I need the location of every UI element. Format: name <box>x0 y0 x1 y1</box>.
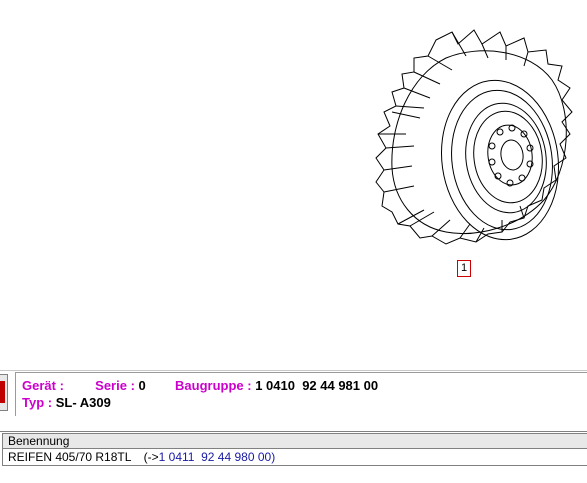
column-header-benennung[interactable]: Benennung <box>2 433 587 449</box>
tire-drawing <box>375 29 573 245</box>
callout-1[interactable]: 1 <box>457 260 471 277</box>
typ-value: SL- A309 <box>55 395 111 410</box>
reference-prefix: (-> <box>143 450 159 464</box>
info-row-2: Typ : SL- A309 <box>22 395 111 410</box>
table-row[interactable]: REIFEN 405/70 R18TL (->1 0411 92 44 980 … <box>2 449 587 466</box>
geraet-label: Gerät : <box>22 378 64 393</box>
side-toggle-button[interactable] <box>0 374 8 411</box>
parts-table: Benennung REIFEN 405/70 R18TL (->1 0411 … <box>0 431 587 467</box>
reference-suffix: ) <box>271 450 276 464</box>
serie-value: 0 <box>138 378 146 393</box>
divider <box>0 370 587 371</box>
typ-label: Typ : <box>22 395 53 410</box>
info-panel: Gerät : Serie : 0 Baugruppe : 1 0410 92 … <box>15 372 587 416</box>
info-row-1: Gerät : Serie : 0 Baugruppe : 1 0410 92 … <box>22 378 378 393</box>
baugruppe-value: 1 0410 92 44 981 00 <box>255 378 379 393</box>
serie-label: Serie : <box>95 378 135 393</box>
reference-link[interactable]: 1 0411 92 44 980 00 <box>159 450 272 464</box>
side-toggle-marker <box>0 381 5 403</box>
baugruppe-label: Baugruppe : <box>175 378 252 393</box>
parts-diagram: 1 <box>0 0 587 370</box>
part-name: REIFEN 405/70 R18TL <box>8 450 131 464</box>
